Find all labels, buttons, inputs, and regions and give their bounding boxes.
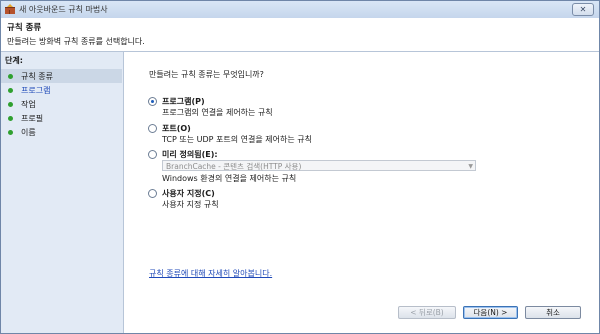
step-bullet-icon bbox=[8, 115, 13, 121]
step-label: 이름 bbox=[21, 127, 36, 137]
step-bullet-icon bbox=[8, 73, 13, 79]
close-button[interactable]: ✕ bbox=[572, 3, 594, 16]
option-label[interactable]: 포트(O) bbox=[162, 123, 191, 134]
cancel-button[interactable]: 취소 bbox=[525, 306, 581, 319]
radio-predefined[interactable] bbox=[148, 150, 157, 159]
content-panel: 만들려는 규칙 종류는 무엇입니까? 프로그램(P) 프로그램의 연결을 제어하… bbox=[124, 52, 599, 333]
back-button[interactable]: < 뒤로(B) bbox=[398, 306, 456, 319]
page-subtitle: 만들려는 방화벽 규칙 종류를 선택합니다. bbox=[7, 37, 145, 46]
step-label: 작업 bbox=[21, 99, 36, 109]
title-bar: 새 아웃바운드 규칙 마법사 ✕ bbox=[1, 1, 599, 18]
radio-custom[interactable] bbox=[148, 189, 157, 198]
select-value: BranchCache - 콘텐츠 검색(HTTP 사용) bbox=[166, 162, 302, 171]
close-icon: ✕ bbox=[579, 5, 587, 14]
predefined-select[interactable]: BranchCache - 콘텐츠 검색(HTTP 사용) ▼ bbox=[162, 160, 476, 171]
option-label[interactable]: 사용자 지정(C) bbox=[162, 188, 215, 199]
chevron-down-icon: ▼ bbox=[468, 163, 473, 170]
page-title: 규칙 종류 bbox=[7, 23, 42, 33]
step-program[interactable]: 프로그램 bbox=[1, 83, 122, 97]
radio-program[interactable] bbox=[148, 97, 157, 106]
radio-port[interactable] bbox=[148, 124, 157, 133]
option-description: Windows 환경의 연결을 제어하는 규칙 bbox=[162, 174, 297, 183]
step-rule-type[interactable]: 규칙 종류 bbox=[1, 69, 122, 83]
steps-panel: 단계: 규칙 종류 프로그램 작업 프로필 이름 bbox=[1, 52, 124, 333]
option-description: 사용자 지정 규칙 bbox=[162, 200, 219, 209]
step-label: 프로필 bbox=[21, 113, 44, 123]
step-bullet-icon bbox=[8, 101, 13, 107]
next-button[interactable]: 다음(N) > bbox=[463, 306, 518, 319]
firewall-icon bbox=[5, 4, 15, 14]
option-description: TCP 또는 UDP 포트의 연결을 제어하는 규칙 bbox=[162, 135, 312, 144]
option-label[interactable]: 미리 정의됨(E): bbox=[162, 149, 218, 160]
step-bullet-icon bbox=[8, 129, 13, 135]
option-description: 프로그램의 연결을 제어하는 규칙 bbox=[162, 108, 273, 117]
step-name[interactable]: 이름 bbox=[1, 125, 122, 139]
step-label: 규칙 종류 bbox=[21, 71, 53, 81]
learn-more-link[interactable]: 규칙 종류에 대해 자세히 알아봅니다. bbox=[149, 268, 272, 279]
option-label[interactable]: 프로그램(P) bbox=[162, 96, 205, 107]
question-text: 만들려는 규칙 종류는 무엇입니까? bbox=[149, 70, 264, 79]
steps-title: 단계: bbox=[5, 56, 23, 65]
step-profile[interactable]: 프로필 bbox=[1, 111, 122, 125]
page-header: 규칙 종류 만들려는 방화벽 규칙 종류를 선택합니다. bbox=[1, 18, 599, 52]
wizard-window: 새 아웃바운드 규칙 마법사 ✕ 규칙 종류 만들려는 방화벽 규칙 종류를 선… bbox=[0, 0, 600, 334]
step-action[interactable]: 작업 bbox=[1, 97, 122, 111]
step-bullet-icon bbox=[8, 87, 13, 93]
step-label: 프로그램 bbox=[21, 85, 51, 95]
window-title: 새 아웃바운드 규칙 마법사 bbox=[19, 5, 108, 14]
